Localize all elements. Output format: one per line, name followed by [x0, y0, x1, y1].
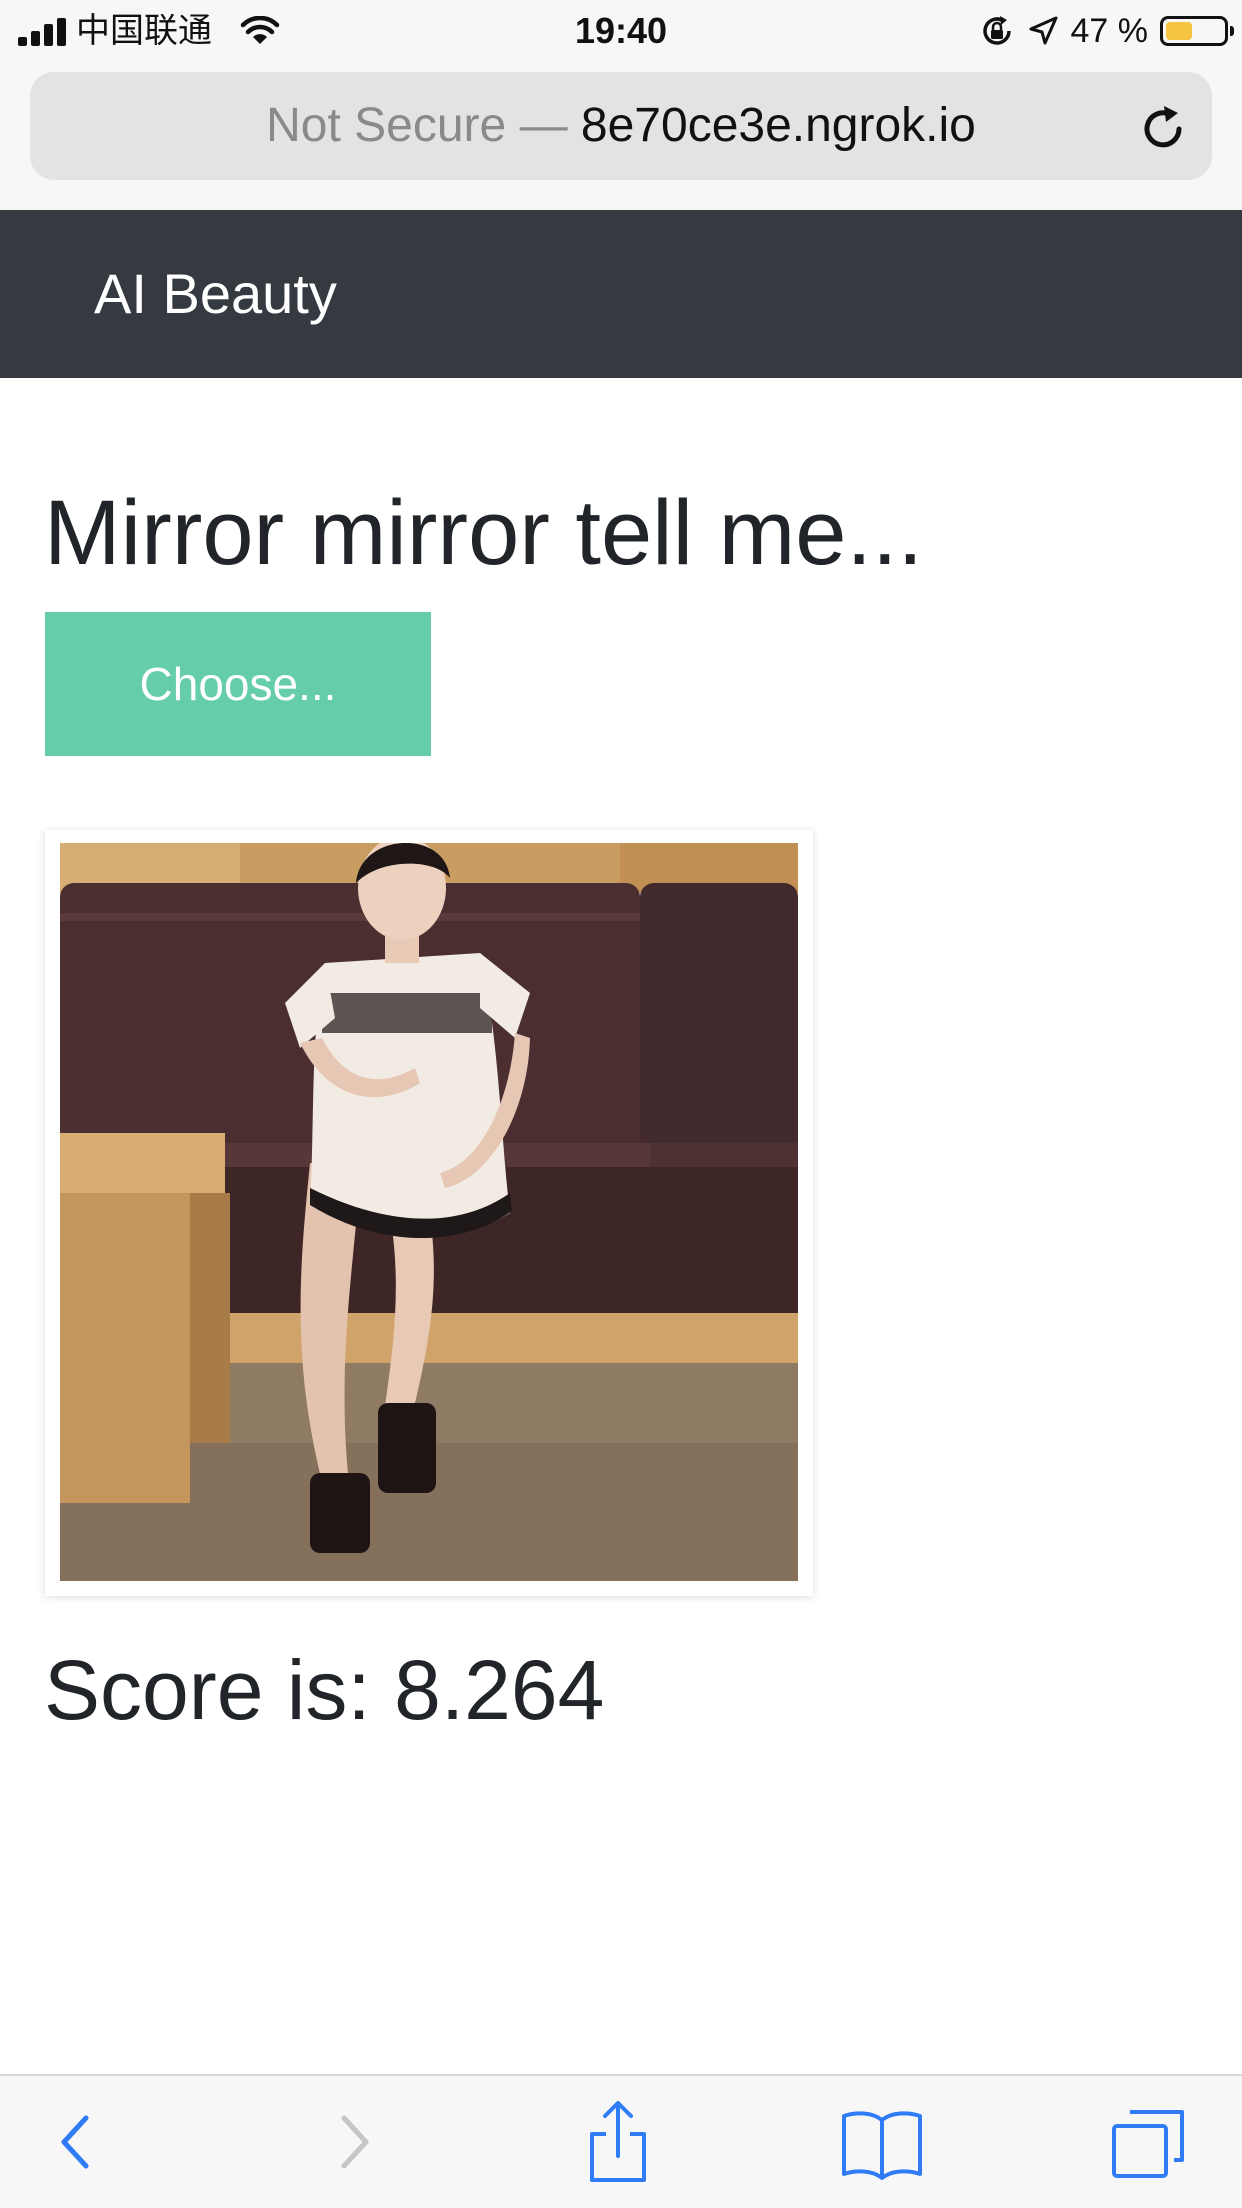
uploaded-photo-card: [45, 830, 813, 1596]
battery-icon: [1160, 16, 1234, 46]
navbar-brand[interactable]: AI Beauty: [94, 210, 337, 378]
back-button[interactable]: [34, 2098, 122, 2186]
reload-icon[interactable]: [1136, 102, 1190, 156]
battery-percentage: 47 %: [1070, 12, 1149, 50]
orientation-lock-icon: [982, 16, 1011, 45]
browser-address-bar: Not Secure — 8e70ce3e.ngrok.io: [0, 62, 1242, 210]
forward-icon: [341, 2115, 369, 2169]
tabs-button[interactable]: [1104, 2098, 1192, 2186]
url-text[interactable]: Not Secure — 8e70ce3e.ngrok.io: [30, 72, 1212, 180]
status-right-group: 47 %: [979, 8, 1234, 54]
url-host: 8e70ce3e.ngrok.io: [580, 99, 976, 152]
browser-toolbar: [0, 2074, 1242, 2208]
choose-file-button[interactable]: Choose...: [45, 612, 431, 756]
bookmarks-button[interactable]: [838, 2098, 926, 2186]
bookmarks-icon: [842, 2111, 922, 2180]
site-navbar: AI Beauty: [0, 210, 1242, 378]
forward-button[interactable]: [308, 2098, 396, 2186]
battery-fill: [1166, 22, 1192, 40]
share-icon: [590, 2101, 646, 2182]
back-icon: [61, 2115, 89, 2169]
security-label: Not Secure —: [266, 99, 568, 152]
url-field[interactable]: Not Secure — 8e70ce3e.ngrok.io: [30, 72, 1212, 180]
location-arrow-icon: [1029, 16, 1057, 45]
share-button[interactable]: [574, 2098, 662, 2186]
tabs-icon: [1112, 2110, 1184, 2178]
status-bar: 中国联通 19:40 47 %: [0, 0, 1242, 62]
score-text: Score is: 8.264: [44, 1643, 605, 1737]
uploaded-photo: [60, 843, 798, 1581]
page-heading: Mirror mirror tell me...: [44, 482, 924, 584]
